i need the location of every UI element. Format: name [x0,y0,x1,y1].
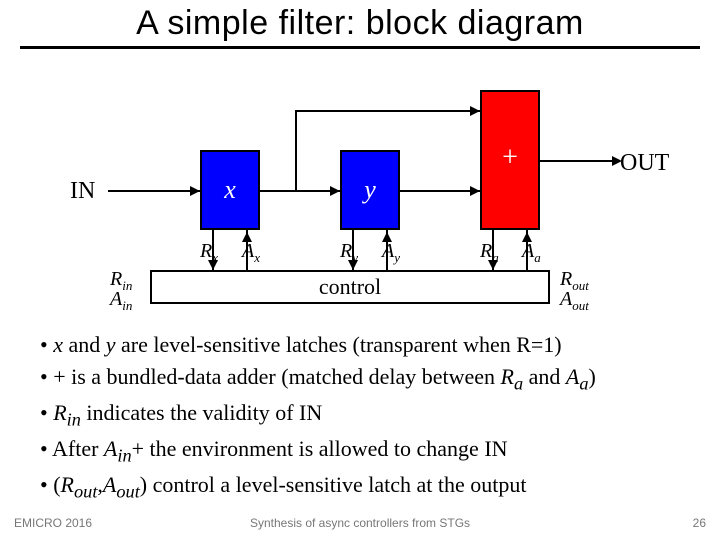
bullet-4: • After Ain+ the environment is allowed … [40,434,680,468]
latch-y-label: y [342,175,398,205]
block-diagram: x y + control IN OUT Rin Ain Rx Ax Ry A [0,70,720,310]
latch-x-label: x [202,175,258,205]
arrow-into-adder-top [470,106,480,116]
sig-ax: Ax [242,240,260,266]
control-block: control [150,270,550,304]
sig-ain: Ain [110,288,132,314]
slide: A simple filter: block diagram x y + con… [0,0,720,540]
bullet-3: • Rin indicates the validity of IN [40,398,680,432]
title-underline [20,46,700,49]
slide-title: A simple filter: block diagram [0,4,720,43]
sig-ra: Ra [480,240,499,266]
label-in: IN [70,178,95,205]
footer-page: 26 [693,516,706,530]
sig-ry: Ry [340,240,358,266]
wire-y-adder [400,190,480,192]
sig-aout: Aout [560,288,589,314]
wire-feedback-over [295,110,480,112]
latch-y: y [340,150,400,230]
adder-block: + [480,90,540,230]
bullet-1: • x and y are level-sensitive latches (t… [40,330,680,360]
wire-feedback-up [295,110,297,192]
wire-x-y [260,190,340,192]
label-out: OUT [620,150,669,177]
arrow-into-adder-bottom [470,186,480,196]
bullet-list: • x and y are level-sensitive latches (t… [40,330,680,506]
sig-ay: Ay [382,240,400,266]
bullet-5: • (Rout,Aout) control a level-sensitive … [40,470,680,504]
latch-x: x [200,150,260,230]
bullet-2: • + is a bundled-data adder (matched del… [40,362,680,396]
sig-rx: Rx [200,240,218,266]
adder-label: + [482,142,538,174]
sig-aa: Aa [522,240,541,266]
wire-in-x [108,190,200,192]
wire-adder-out [540,160,620,162]
footer-center: Synthesis of async controllers from STGs [0,516,720,530]
control-label: control [319,274,381,299]
arrow-into-y [330,186,340,196]
arrow-into-x [190,186,200,196]
